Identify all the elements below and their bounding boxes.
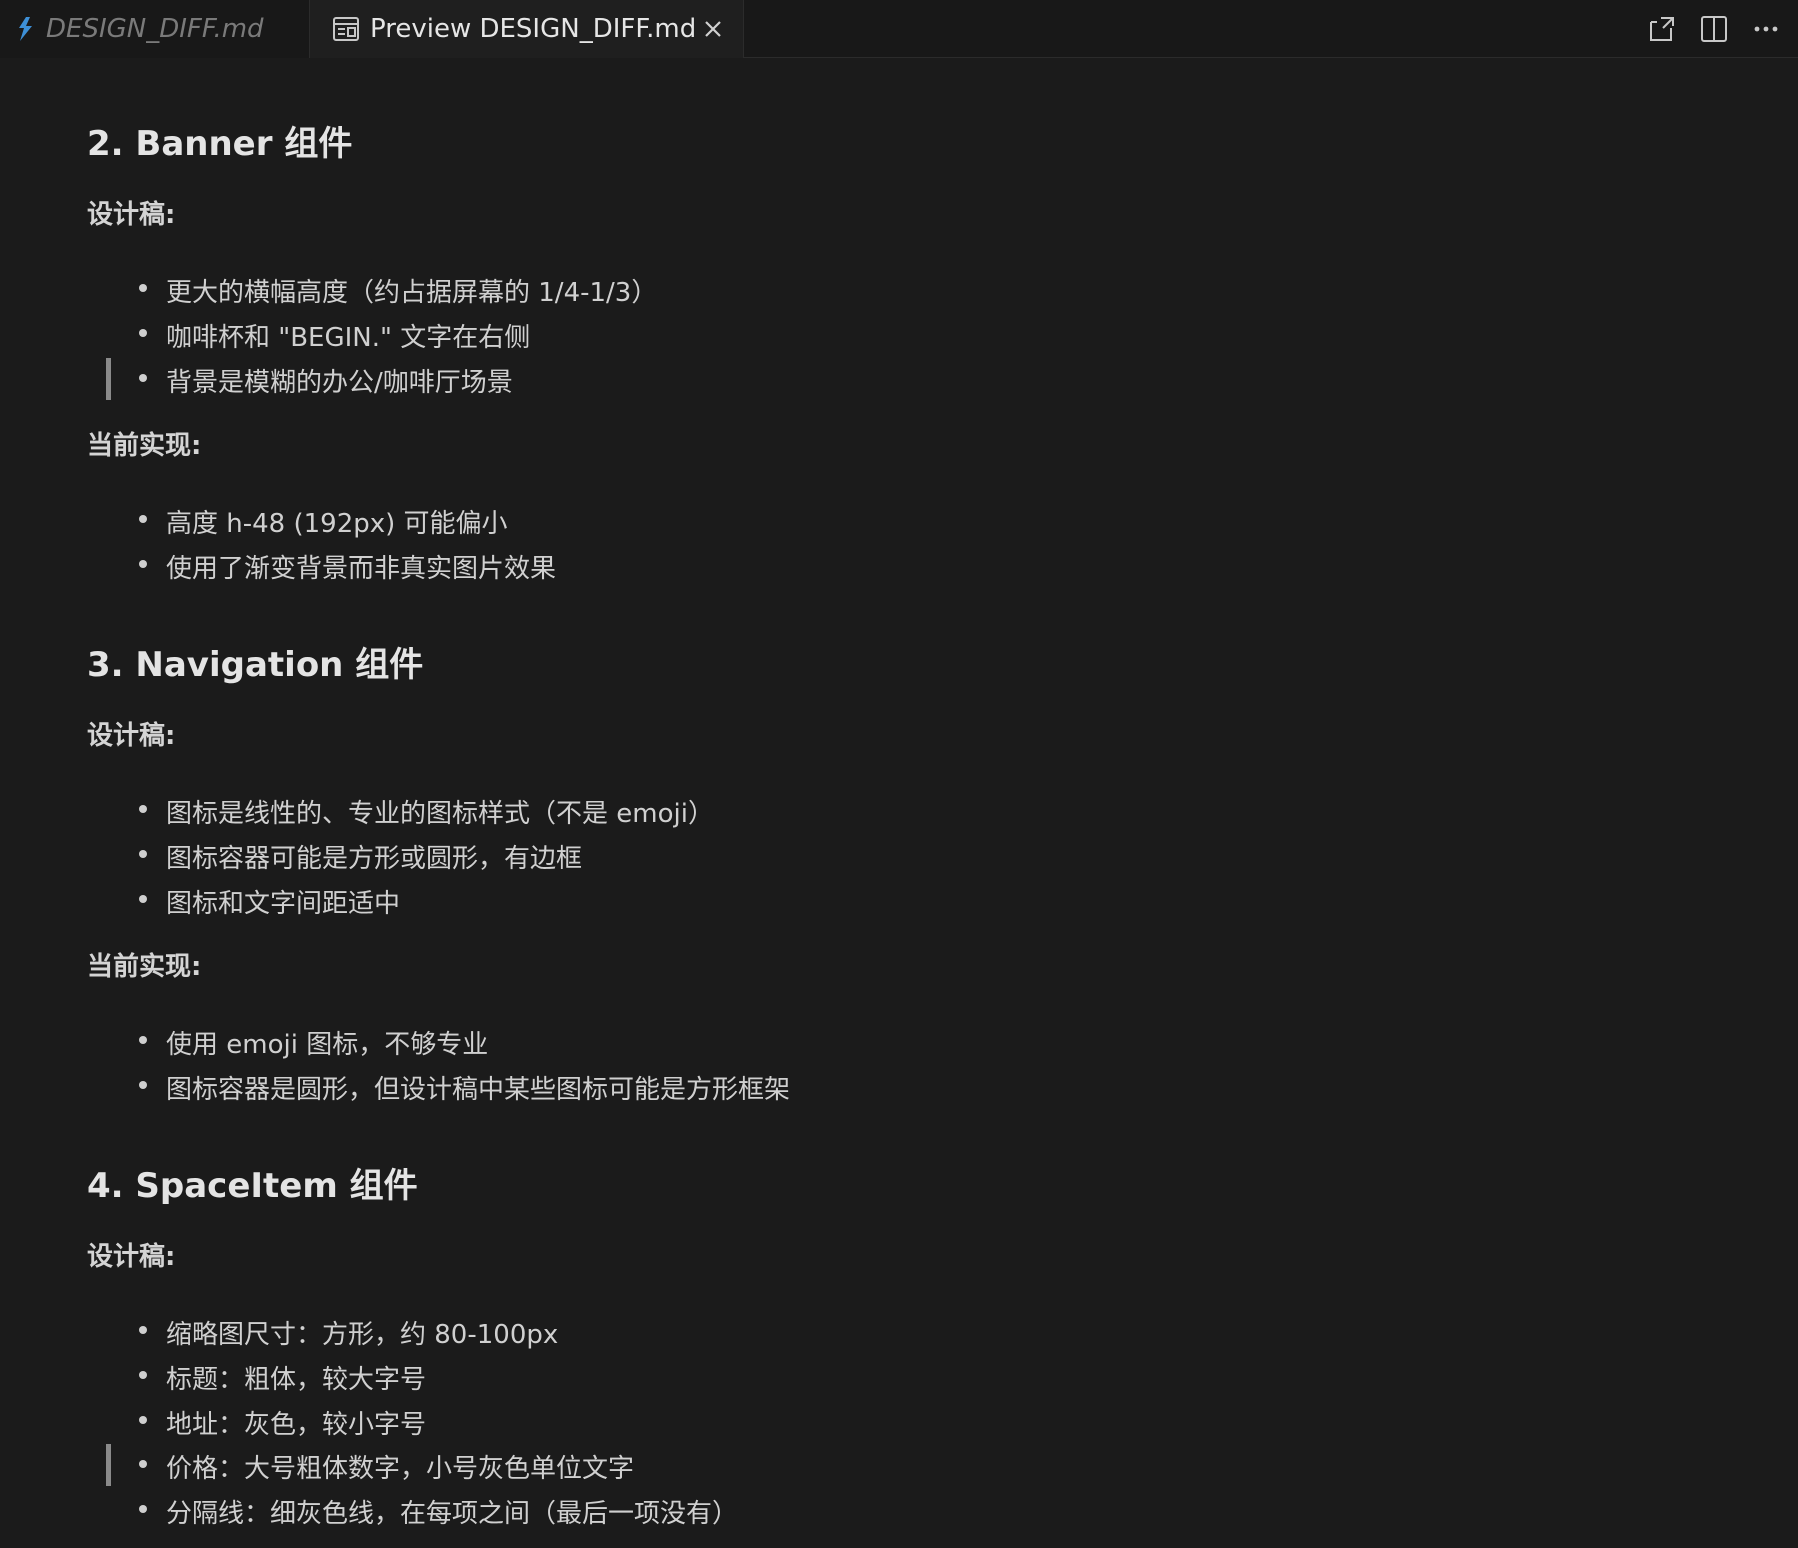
list-item: 地址：灰色，较小字号 bbox=[87, 1400, 1287, 1440]
editor-tab-bar: DESIGN_DIFF.md Preview DESIGN_DIFF.md bbox=[0, 0, 1798, 59]
split-editor-icon[interactable] bbox=[1694, 9, 1734, 49]
markdown-preview-window: DESIGN_DIFF.md Preview DESIGN_DIFF.md 2.… bbox=[0, 0, 1798, 1548]
list-item: 高度 h-48 (192px) 可能偏小 bbox=[87, 499, 1287, 539]
section-heading: 2. Banner 组件 bbox=[87, 124, 353, 164]
design-label: 设计稿: bbox=[87, 721, 176, 751]
tab-design-diff-source[interactable]: DESIGN_DIFF.md bbox=[0, 0, 310, 58]
list-item: 分隔线：细灰色线，在每项之间（最后一项没有） bbox=[87, 1489, 1287, 1529]
design-label: 设计稿: bbox=[87, 1242, 176, 1272]
list-item: 缩略图尺寸：方形，约 80-100px bbox=[87, 1310, 1287, 1350]
list-item: 图标容器可能是方形或圆形，有边框 bbox=[87, 834, 1287, 874]
editor-actions bbox=[1642, 0, 1798, 58]
open-source-icon[interactable] bbox=[1642, 9, 1682, 49]
list-item: 图标和文字间距适中 bbox=[87, 879, 1287, 919]
design-label: 设计稿: bbox=[87, 200, 176, 230]
tab-label: DESIGN_DIFF.md bbox=[46, 14, 264, 44]
markdown-icon bbox=[14, 16, 36, 42]
list-item: 使用了渐变背景而非真实图片效果 bbox=[87, 544, 1287, 584]
list-item: 咖啡杯和 "BEGIN." 文字在右侧 bbox=[87, 313, 1287, 353]
list-item: 使用 emoji 图标，不够专业 bbox=[87, 1020, 1287, 1060]
list-item: 图标是线性的、专业的图标样式（不是 emoji） bbox=[87, 789, 1287, 829]
preview-icon bbox=[332, 16, 360, 42]
list-item: 标题：粗体，较大字号 bbox=[87, 1355, 1287, 1395]
section-heading: 4. SpaceItem 组件 bbox=[87, 1166, 418, 1206]
section-heading: 3. Navigation 组件 bbox=[87, 645, 424, 685]
list-item: 价格：大号粗体数字，小号灰色单位文字 bbox=[87, 1444, 1287, 1486]
close-icon[interactable] bbox=[699, 15, 727, 43]
tab-label: Preview DESIGN_DIFF.md bbox=[370, 14, 697, 44]
more-actions-icon[interactable] bbox=[1746, 9, 1786, 49]
list-item: 图标容器是圆形，但设计稿中某些图标可能是方形框架 bbox=[87, 1065, 1287, 1105]
current-label: 当前实现: bbox=[87, 952, 202, 982]
current-label: 当前实现: bbox=[87, 431, 202, 461]
list-item: 背景是模糊的办公/咖啡厅场景 bbox=[87, 358, 1287, 400]
tab-preview-design-diff[interactable]: Preview DESIGN_DIFF.md bbox=[310, 0, 744, 59]
list-item: 更大的横幅高度（约占据屏幕的 1/4-1/3） bbox=[87, 268, 1287, 308]
preview-content[interactable]: 2. Banner 组件 设计稿: 更大的横幅高度（约占据屏幕的 1/4-1/3… bbox=[0, 58, 1798, 1548]
